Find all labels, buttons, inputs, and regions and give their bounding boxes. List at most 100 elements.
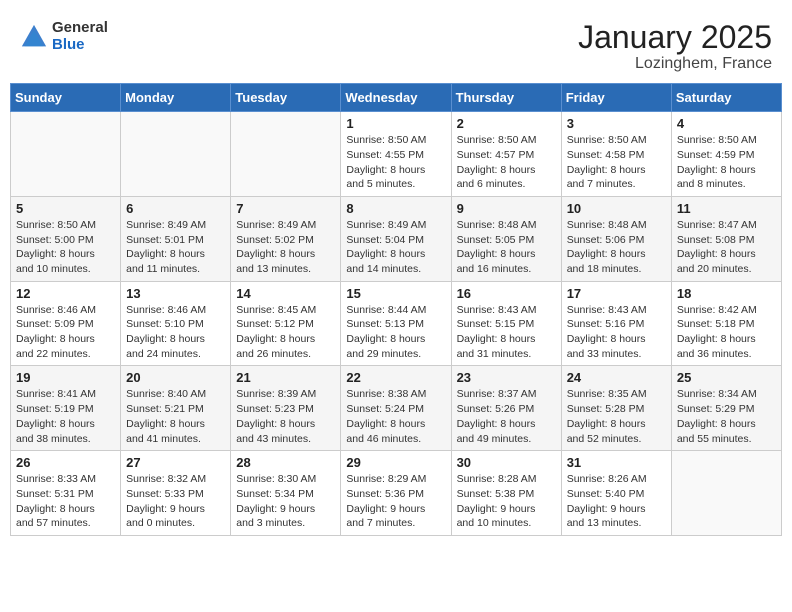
calendar-cell: 9Sunrise: 8:48 AM Sunset: 5:05 PM Daylig… [451, 196, 561, 281]
logo-text: General Blue [52, 20, 108, 53]
day-info: Sunrise: 8:29 AM Sunset: 5:36 PM Dayligh… [346, 472, 445, 531]
day-info: Sunrise: 8:50 AM Sunset: 4:58 PM Dayligh… [567, 133, 666, 192]
day-info: Sunrise: 8:30 AM Sunset: 5:34 PM Dayligh… [236, 472, 335, 531]
day-number: 5 [16, 201, 115, 216]
calendar-cell: 30 Sunrise: 8:28 AM Sunset: 5:38 PM Dayli… [451, 451, 561, 536]
calendar-week-5: 26 Sunrise: 8:33 AM Sunset: 5:31 PM Dayli… [11, 451, 782, 536]
day-info: Sunrise: 8:26 AM Sunset: 5:40 PM Dayligh… [567, 472, 666, 531]
day-info: Sunrise: 8:44 AM Sunset: 5:13 PM Dayligh… [346, 303, 445, 362]
day-number: 30 [457, 455, 556, 470]
calendar-cell: 8 Sunrise: 8:49 AM Sunset: 5:04 PM Daylig… [341, 196, 451, 281]
day-info: Sunrise: 8:43 AM Sunset: 5:16 PM Dayligh… [567, 303, 666, 362]
day-number: 6 [126, 201, 225, 216]
day-number: 29 [346, 455, 445, 470]
day-number: 2 [457, 116, 556, 131]
col-friday: Friday [561, 84, 671, 112]
logo-blue: Blue [52, 37, 108, 54]
day-number: 4 [677, 116, 776, 131]
day-number: 31 [567, 455, 666, 470]
calendar-cell: 5 Sunrise: 8:50 AM Sunset: 5:00 PM Daylig… [11, 196, 121, 281]
calendar-cell: 7 Sunrise: 8:49 AM Sunset: 5:02 PM Daylig… [231, 196, 341, 281]
calendar-cell: 25 Sunrise: 8:34 AM Sunset: 5:29 PM Dayli… [671, 366, 781, 451]
day-number: 21 [236, 370, 335, 385]
day-info: Sunrise: 8:39 AM Sunset: 5:23 PM Dayligh… [236, 387, 335, 446]
day-info: Sunrise: 8:49 AM Sunset: 5:02 PM Dayligh… [236, 218, 335, 277]
day-number: 12 [16, 286, 115, 301]
calendar-week-4: 19 Sunrise: 8:41 AM Sunset: 5:19 PM Dayli… [11, 366, 782, 451]
calendar-cell: 1 Sunrise: 8:50 AM Sunset: 4:55 PM Daylig… [341, 112, 451, 197]
calendar-cell [121, 112, 231, 197]
day-number: 7 [236, 201, 335, 216]
day-info: Sunrise: 8:49 AM Sunset: 5:01 PM Dayligh… [126, 218, 225, 277]
day-number: 9 [457, 201, 556, 216]
calendar-cell: 3Sunrise: 8:50 AM Sunset: 4:58 PM Daylig… [561, 112, 671, 197]
subtitle: Lozinghem, France [578, 55, 772, 73]
calendar-cell: 11Sunrise: 8:47 AM Sunset: 5:08 PM Dayli… [671, 196, 781, 281]
day-info: Sunrise: 8:46 AM Sunset: 5:10 PM Dayligh… [126, 303, 225, 362]
calendar-cell: 23Sunrise: 8:37 AM Sunset: 5:26 PM Dayli… [451, 366, 561, 451]
calendar-cell: 18Sunrise: 8:42 AM Sunset: 5:18 PM Dayli… [671, 281, 781, 366]
day-number: 28 [236, 455, 335, 470]
day-number: 16 [457, 286, 556, 301]
calendar-cell: 22 Sunrise: 8:38 AM Sunset: 5:24 PM Dayli… [341, 366, 451, 451]
calendar-cell [11, 112, 121, 197]
day-info: Sunrise: 8:35 AM Sunset: 5:28 PM Dayligh… [567, 387, 666, 446]
day-info: Sunrise: 8:50 AM Sunset: 4:57 PM Dayligh… [457, 133, 556, 192]
main-title: January 2025 [578, 20, 772, 55]
logo-icon [20, 23, 48, 51]
day-number: 8 [346, 201, 445, 216]
calendar-cell: 13 Sunrise: 8:46 AM Sunset: 5:10 PM Dayli… [121, 281, 231, 366]
calendar-cell: 15 Sunrise: 8:44 AM Sunset: 5:13 PM Dayli… [341, 281, 451, 366]
calendar-cell: 19 Sunrise: 8:41 AM Sunset: 5:19 PM Dayli… [11, 366, 121, 451]
title-block: January 2025 Lozinghem, France [578, 20, 772, 73]
day-number: 14 [236, 286, 335, 301]
calendar-cell: 12 Sunrise: 8:46 AM Sunset: 5:09 PM Dayli… [11, 281, 121, 366]
day-info: Sunrise: 8:40 AM Sunset: 5:21 PM Dayligh… [126, 387, 225, 446]
day-info: Sunrise: 8:38 AM Sunset: 5:24 PM Dayligh… [346, 387, 445, 446]
calendar-cell: 16 Sunrise: 8:43 AM Sunset: 5:15 PM Dayli… [451, 281, 561, 366]
calendar-cell [231, 112, 341, 197]
calendar-cell: 14 Sunrise: 8:45 AM Sunset: 5:12 PM Dayli… [231, 281, 341, 366]
calendar-cell: 31 Sunrise: 8:26 AM Sunset: 5:40 PM Dayli… [561, 451, 671, 536]
day-number: 11 [677, 201, 776, 216]
logo-general: General [52, 20, 108, 37]
col-tuesday: Tuesday [231, 84, 341, 112]
calendar-table: Sunday Monday Tuesday Wednesday Thursday… [10, 83, 782, 536]
day-number: 26 [16, 455, 115, 470]
day-info: Sunrise: 8:45 AM Sunset: 5:12 PM Dayligh… [236, 303, 335, 362]
calendar-week-3: 12 Sunrise: 8:46 AM Sunset: 5:09 PM Dayli… [11, 281, 782, 366]
calendar-cell: 21 Sunrise: 8:39 AM Sunset: 5:23 PM Dayli… [231, 366, 341, 451]
calendar-cell: 29 Sunrise: 8:29 AM Sunset: 5:36 PM Dayli… [341, 451, 451, 536]
col-wednesday: Wednesday [341, 84, 451, 112]
day-number: 15 [346, 286, 445, 301]
day-info: Sunrise: 8:33 AM Sunset: 5:31 PM Dayligh… [16, 472, 115, 531]
day-number: 20 [126, 370, 225, 385]
day-info: Sunrise: 8:34 AM Sunset: 5:29 PM Dayligh… [677, 387, 776, 446]
page-header: General Blue January 2025 Lozinghem, Fra… [10, 10, 782, 78]
logo: General Blue [20, 20, 108, 53]
day-number: 22 [346, 370, 445, 385]
day-info: Sunrise: 8:50 AM Sunset: 5:00 PM Dayligh… [16, 218, 115, 277]
calendar-cell: 24 Sunrise: 8:35 AM Sunset: 5:28 PM Dayli… [561, 366, 671, 451]
day-number: 1 [346, 116, 445, 131]
calendar-week-1: 1 Sunrise: 8:50 AM Sunset: 4:55 PM Daylig… [11, 112, 782, 197]
col-sunday: Sunday [11, 84, 121, 112]
calendar-cell: 17Sunrise: 8:43 AM Sunset: 5:16 PM Dayli… [561, 281, 671, 366]
calendar-cell: 20 Sunrise: 8:40 AM Sunset: 5:21 PM Dayli… [121, 366, 231, 451]
calendar-cell: 26 Sunrise: 8:33 AM Sunset: 5:31 PM Dayli… [11, 451, 121, 536]
calendar-cell [671, 451, 781, 536]
day-number: 23 [457, 370, 556, 385]
day-number: 25 [677, 370, 776, 385]
col-monday: Monday [121, 84, 231, 112]
day-info: Sunrise: 8:43 AM Sunset: 5:15 PM Dayligh… [457, 303, 556, 362]
day-number: 13 [126, 286, 225, 301]
col-saturday: Saturday [671, 84, 781, 112]
day-number: 19 [16, 370, 115, 385]
day-info: Sunrise: 8:49 AM Sunset: 5:04 PM Dayligh… [346, 218, 445, 277]
day-info: Sunrise: 8:28 AM Sunset: 5:38 PM Dayligh… [457, 472, 556, 531]
calendar-cell: 10Sunrise: 8:48 AM Sunset: 5:06 PM Dayli… [561, 196, 671, 281]
day-number: 24 [567, 370, 666, 385]
day-info: Sunrise: 8:46 AM Sunset: 5:09 PM Dayligh… [16, 303, 115, 362]
day-info: Sunrise: 8:50 AM Sunset: 4:55 PM Dayligh… [346, 133, 445, 192]
day-info: Sunrise: 8:41 AM Sunset: 5:19 PM Dayligh… [16, 387, 115, 446]
